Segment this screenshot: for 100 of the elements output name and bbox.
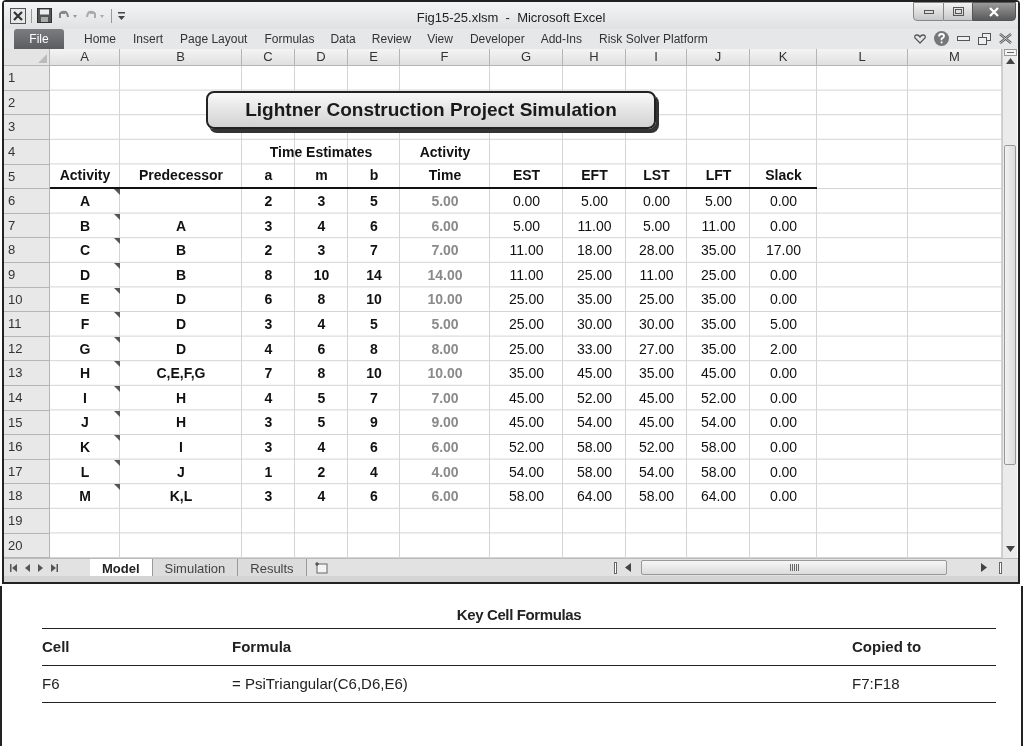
grid-cell[interactable]: 2	[295, 459, 348, 485]
grid-cell[interactable]: 35.00	[687, 336, 750, 362]
row-header[interactable]: 16	[4, 435, 50, 460]
column-header[interactable]: B	[120, 49, 242, 67]
grid-cell[interactable]: 54.00	[490, 459, 563, 485]
sheet-tab[interactable]: Simulation	[152, 559, 239, 577]
grid-cell[interactable]: 5.00	[490, 213, 563, 239]
row-header[interactable]: 17	[4, 459, 50, 485]
maximize-button[interactable]	[944, 2, 972, 21]
grid-cell[interactable]: 0.00	[490, 189, 563, 214]
grid-cell[interactable]: 3	[295, 189, 348, 214]
grid-cell[interactable]: 14	[348, 263, 400, 288]
grid-cell[interactable]: B	[120, 263, 242, 288]
grid-cell[interactable]: 7	[348, 386, 400, 411]
grid-cell[interactable]: 35.00	[626, 361, 687, 386]
grid-cell[interactable]: b	[348, 164, 400, 190]
grid-cell[interactable]: F	[50, 312, 120, 337]
grid-cell[interactable]: H	[120, 386, 242, 411]
grid-cell[interactable]: 54.00	[626, 459, 687, 485]
column-header[interactable]: M	[908, 49, 1002, 67]
grid-cell[interactable]: D	[120, 287, 242, 313]
grid-cell[interactable]: 0.00	[750, 263, 817, 288]
grid-cell[interactable]: Time Estimates	[242, 140, 400, 165]
grid-cell[interactable]: 27.00	[626, 336, 687, 362]
grid-cell[interactable]: H	[120, 410, 242, 436]
grid-cell[interactable]: Activity	[400, 140, 490, 165]
grid-cell[interactable]: 25.00	[626, 287, 687, 313]
scrollbar-thumb[interactable]	[1004, 145, 1016, 466]
row-header[interactable]: 8	[4, 238, 50, 264]
grid-cell[interactable]: 3	[242, 435, 295, 460]
grid-cell[interactable]: 5	[295, 386, 348, 411]
grid-cell[interactable]: 58.00	[563, 435, 626, 460]
grid-cell[interactable]: B	[120, 238, 242, 264]
row-header[interactable]: 14	[4, 386, 50, 411]
row-header[interactable]: 5	[4, 164, 50, 190]
row-header[interactable]: 6	[4, 189, 50, 214]
grid-cell[interactable]: 5.00	[563, 189, 626, 214]
column-header[interactable]: K	[750, 49, 817, 67]
grid-cell[interactable]: 6.00	[400, 484, 490, 509]
grid-cell[interactable]: 3	[242, 410, 295, 436]
last-sheet-icon[interactable]	[51, 563, 58, 572]
file-tab[interactable]: File	[14, 29, 64, 50]
grid-cell[interactable]: 35.00	[687, 287, 750, 313]
ribbon-tab[interactable]: Formulas	[264, 29, 315, 50]
customize-toolbar-icon[interactable]	[117, 10, 126, 21]
horizontal-scrollbar-thumb[interactable]	[641, 560, 947, 576]
split-handle-icon[interactable]	[1003, 49, 1017, 57]
ribbon-tab[interactable]: Home	[84, 29, 116, 50]
grid-cell[interactable]: C	[50, 238, 120, 264]
grid-cell[interactable]: 0.00	[750, 484, 817, 509]
grid-cell[interactable]: 6.00	[400, 435, 490, 460]
ribbon-tab[interactable]: Add-Ins	[540, 29, 582, 50]
grid-cell[interactable]: H	[50, 361, 120, 386]
sheet-tab[interactable]: Model	[90, 559, 153, 577]
first-sheet-icon[interactable]	[10, 563, 17, 572]
grid-cell[interactable]: 8	[295, 361, 348, 386]
grid-cell[interactable]: M	[50, 484, 120, 509]
grid-cell[interactable]: J	[50, 410, 120, 436]
grid-cell[interactable]: 45.00	[490, 386, 563, 411]
grid-cell[interactable]: EFT	[563, 164, 626, 190]
grid-cell[interactable]: 5.00	[626, 213, 687, 239]
grid-cell[interactable]: 45.00	[490, 410, 563, 436]
column-header[interactable]: D	[295, 49, 348, 67]
grid-cell[interactable]: 6	[242, 287, 295, 313]
grid-cell[interactable]: 6	[348, 484, 400, 509]
column-header[interactable]: A	[50, 49, 120, 67]
column-header[interactable]: L	[817, 49, 908, 67]
grid-cell[interactable]: 11.00	[563, 213, 626, 239]
grid-cell[interactable]: 4.00	[400, 459, 490, 485]
grid-cell[interactable]: A	[50, 189, 120, 214]
minimize-button[interactable]	[913, 2, 944, 21]
grid-cell[interactable]: 7	[348, 238, 400, 264]
ribbon-tab[interactable]: Review	[371, 29, 412, 50]
row-header[interactable]: 7	[4, 213, 50, 239]
restore-icon[interactable]	[978, 32, 991, 45]
grid-cell[interactable]: K	[50, 435, 120, 460]
grid-cell[interactable]: 0.00	[750, 213, 817, 239]
grid-cell[interactable]: 25.00	[490, 312, 563, 337]
column-header[interactable]: G	[490, 49, 563, 67]
grid-cell[interactable]: 28.00	[626, 238, 687, 264]
grid-cell[interactable]: 30.00	[563, 312, 626, 337]
grid-cell[interactable]: 2.00	[750, 336, 817, 362]
grid-cell[interactable]: 4	[242, 336, 295, 362]
grid-cell[interactable]: 7	[242, 361, 295, 386]
grid-cell[interactable]: 58.00	[490, 484, 563, 509]
scroll-left-icon[interactable]	[625, 563, 631, 573]
grid-cell[interactable]: a	[242, 164, 295, 190]
grid-cell[interactable]: 8	[295, 287, 348, 313]
grid-cell[interactable]: 3	[242, 484, 295, 509]
grid-cell[interactable]: D	[50, 263, 120, 288]
grid-cell[interactable]: m	[295, 164, 348, 190]
row-header[interactable]: 2	[4, 90, 50, 116]
grid-cell[interactable]: 4	[295, 213, 348, 239]
grid-cell[interactable]: B	[50, 213, 120, 239]
ribbon-tab[interactable]: View	[427, 29, 453, 50]
grid-cell[interactable]: 5	[295, 410, 348, 436]
row-header[interactable]: 20	[4, 533, 50, 559]
grid-cell[interactable]: 52.00	[687, 386, 750, 411]
heart-icon[interactable]	[914, 33, 926, 44]
grid-cell[interactable]: G	[50, 336, 120, 362]
